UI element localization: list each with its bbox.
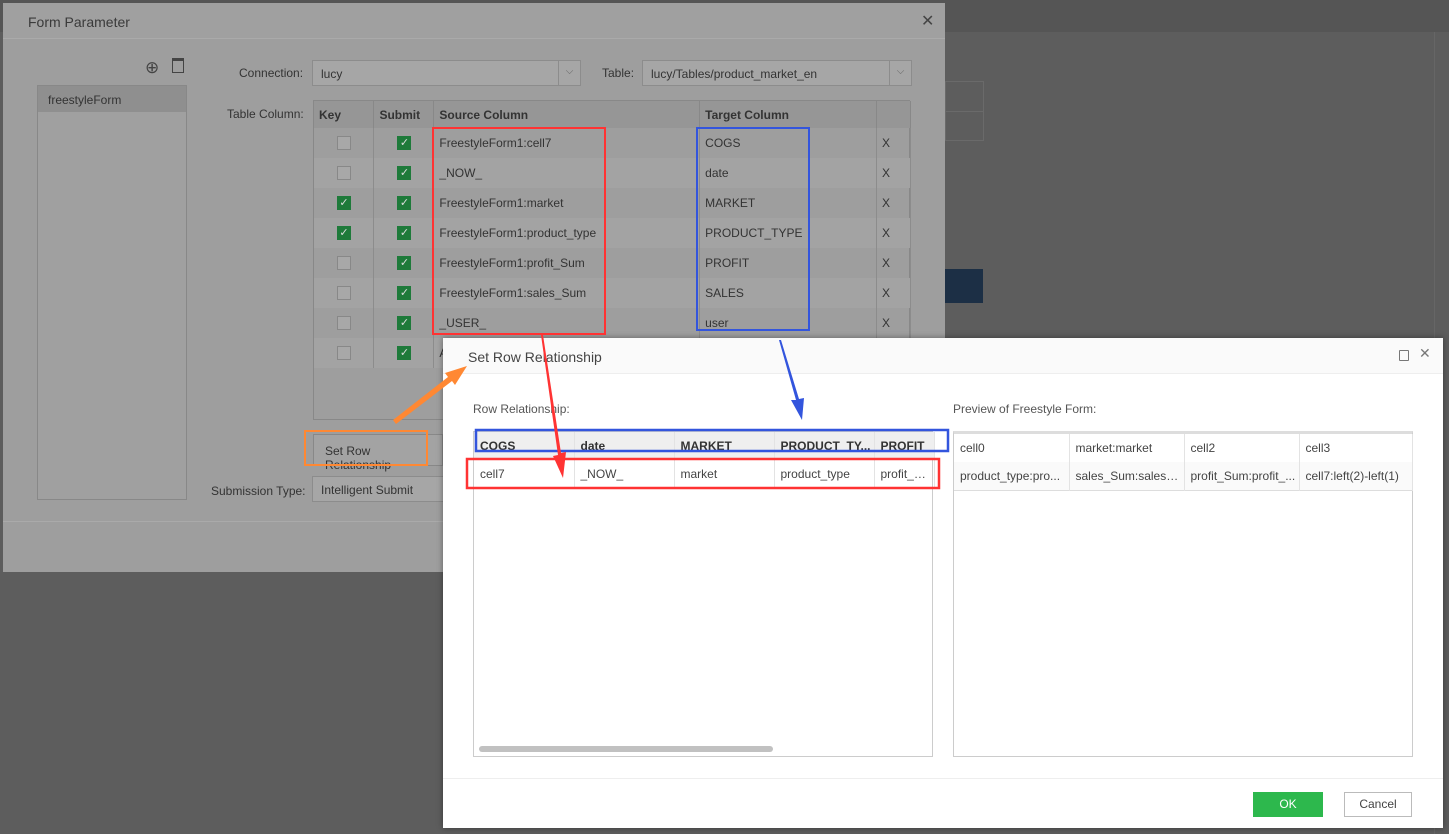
red-arrow: [541, 335, 566, 478]
row-highlight-box: [465, 457, 941, 490]
button-highlight-box: [304, 430, 428, 466]
target-highlight-box: [696, 127, 810, 331]
annotation-overlay: [304, 127, 950, 490]
header-highlight-box: [474, 428, 950, 453]
blue-arrow: [779, 340, 804, 420]
source-highlight-box: [432, 127, 606, 335]
orange-arrow: [393, 366, 467, 424]
